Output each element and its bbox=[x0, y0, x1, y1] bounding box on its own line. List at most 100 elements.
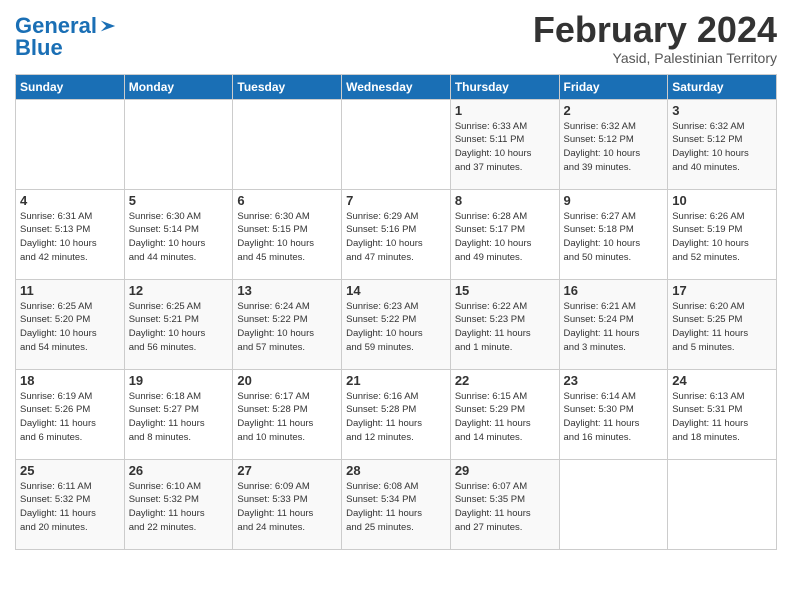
calendar-cell: 18Sunrise: 6:19 AMSunset: 5:26 PMDayligh… bbox=[16, 369, 125, 459]
calendar-cell: 2 Sunrise: 6:32 AMSunset: 5:12 PMDaylight… bbox=[559, 99, 668, 189]
day-number: 8 bbox=[455, 193, 555, 208]
day-header-thursday: Thursday bbox=[450, 74, 559, 99]
day-header-monday: Monday bbox=[124, 74, 233, 99]
day-number: 29 bbox=[455, 463, 555, 478]
day-number: 22 bbox=[455, 373, 555, 388]
calendar-cell: 14 Sunrise: 6:23 AMSunset: 5:22 PMDayligh… bbox=[342, 279, 451, 369]
day-info: Sunrise: 6:11 AMSunset: 5:32 PMDaylight:… bbox=[20, 480, 120, 535]
calendar-week-3: 11 Sunrise: 6:25 AMSunset: 5:20 PMDayligh… bbox=[16, 279, 777, 369]
day-info: Sunrise: 6:32 AMSunset: 5:12 PMDaylight:… bbox=[564, 120, 664, 175]
header: General Blue February 2024 Yasid, Palest… bbox=[15, 10, 777, 66]
calendar-cell: 27Sunrise: 6:09 AMSunset: 5:33 PMDayligh… bbox=[233, 459, 342, 549]
calendar-cell: 19Sunrise: 6:18 AMSunset: 5:27 PMDayligh… bbox=[124, 369, 233, 459]
day-info: Sunrise: 6:28 AMSunset: 5:17 PMDaylight:… bbox=[455, 210, 555, 265]
day-info: Sunrise: 6:30 AMSunset: 5:15 PMDaylight:… bbox=[237, 210, 337, 265]
calendar-cell bbox=[233, 99, 342, 189]
day-info: Sunrise: 6:17 AMSunset: 5:28 PMDaylight:… bbox=[237, 390, 337, 445]
calendar-week-1: 1 Sunrise: 6:33 AMSunset: 5:11 PMDaylight… bbox=[16, 99, 777, 189]
calendar-cell: 4 Sunrise: 6:31 AMSunset: 5:13 PMDaylight… bbox=[16, 189, 125, 279]
logo: General Blue bbox=[15, 15, 117, 59]
calendar-table: SundayMondayTuesdayWednesdayThursdayFrid… bbox=[15, 74, 777, 550]
day-number: 5 bbox=[129, 193, 229, 208]
calendar-cell: 13Sunrise: 6:24 AMSunset: 5:22 PMDayligh… bbox=[233, 279, 342, 369]
day-number: 18 bbox=[20, 373, 120, 388]
day-number: 15 bbox=[455, 283, 555, 298]
day-number: 9 bbox=[564, 193, 664, 208]
day-number: 3 bbox=[672, 103, 772, 118]
calendar-cell: 5Sunrise: 6:30 AMSunset: 5:14 PMDaylight… bbox=[124, 189, 233, 279]
calendar-week-4: 18Sunrise: 6:19 AMSunset: 5:26 PMDayligh… bbox=[16, 369, 777, 459]
day-number: 1 bbox=[455, 103, 555, 118]
calendar-week-2: 4 Sunrise: 6:31 AMSunset: 5:13 PMDaylight… bbox=[16, 189, 777, 279]
day-header-tuesday: Tuesday bbox=[233, 74, 342, 99]
day-info: Sunrise: 6:29 AMSunset: 5:16 PMDaylight:… bbox=[346, 210, 446, 265]
day-info: Sunrise: 6:24 AMSunset: 5:22 PMDaylight:… bbox=[237, 300, 337, 355]
calendar-cell: 8 Sunrise: 6:28 AMSunset: 5:17 PMDaylight… bbox=[450, 189, 559, 279]
day-info: Sunrise: 6:20 AMSunset: 5:25 PMDaylight:… bbox=[672, 300, 772, 355]
day-info: Sunrise: 6:33 AMSunset: 5:11 PMDaylight:… bbox=[455, 120, 555, 175]
calendar-cell: 9 Sunrise: 6:27 AMSunset: 5:18 PMDaylight… bbox=[559, 189, 668, 279]
day-info: Sunrise: 6:23 AMSunset: 5:22 PMDaylight:… bbox=[346, 300, 446, 355]
month-title: February 2024 bbox=[533, 10, 777, 50]
calendar-header: SundayMondayTuesdayWednesdayThursdayFrid… bbox=[16, 74, 777, 99]
calendar-cell: 1 Sunrise: 6:33 AMSunset: 5:11 PMDaylight… bbox=[450, 99, 559, 189]
day-number: 26 bbox=[129, 463, 229, 478]
calendar-cell bbox=[342, 99, 451, 189]
calendar-cell: 15Sunrise: 6:22 AMSunset: 5:23 PMDayligh… bbox=[450, 279, 559, 369]
day-info: Sunrise: 6:26 AMSunset: 5:19 PMDaylight:… bbox=[672, 210, 772, 265]
day-number: 16 bbox=[564, 283, 664, 298]
calendar-cell: 7 Sunrise: 6:29 AMSunset: 5:16 PMDaylight… bbox=[342, 189, 451, 279]
logo-arrow-icon bbox=[99, 17, 117, 35]
day-info: Sunrise: 6:25 AMSunset: 5:20 PMDaylight:… bbox=[20, 300, 120, 355]
day-header-friday: Friday bbox=[559, 74, 668, 99]
calendar-cell: 23Sunrise: 6:14 AMSunset: 5:30 PMDayligh… bbox=[559, 369, 668, 459]
day-info: Sunrise: 6:07 AMSunset: 5:35 PMDaylight:… bbox=[455, 480, 555, 535]
day-number: 2 bbox=[564, 103, 664, 118]
day-number: 17 bbox=[672, 283, 772, 298]
calendar-cell: 10Sunrise: 6:26 AMSunset: 5:19 PMDayligh… bbox=[668, 189, 777, 279]
day-number: 19 bbox=[129, 373, 229, 388]
logo-blue: Blue bbox=[15, 37, 117, 59]
day-info: Sunrise: 6:15 AMSunset: 5:29 PMDaylight:… bbox=[455, 390, 555, 445]
day-number: 21 bbox=[346, 373, 446, 388]
day-info: Sunrise: 6:16 AMSunset: 5:28 PMDaylight:… bbox=[346, 390, 446, 445]
day-number: 14 bbox=[346, 283, 446, 298]
day-info: Sunrise: 6:13 AMSunset: 5:31 PMDaylight:… bbox=[672, 390, 772, 445]
day-number: 20 bbox=[237, 373, 337, 388]
day-number: 11 bbox=[20, 283, 120, 298]
day-header-saturday: Saturday bbox=[668, 74, 777, 99]
day-number: 24 bbox=[672, 373, 772, 388]
calendar-cell: 25Sunrise: 6:11 AMSunset: 5:32 PMDayligh… bbox=[16, 459, 125, 549]
location-subtitle: Yasid, Palestinian Territory bbox=[533, 50, 777, 66]
day-info: Sunrise: 6:32 AMSunset: 5:12 PMDaylight:… bbox=[672, 120, 772, 175]
day-header-sunday: Sunday bbox=[16, 74, 125, 99]
day-number: 6 bbox=[237, 193, 337, 208]
calendar-cell: 24 Sunrise: 6:13 AMSunset: 5:31 PMDayligh… bbox=[668, 369, 777, 459]
day-number: 28 bbox=[346, 463, 446, 478]
day-number: 7 bbox=[346, 193, 446, 208]
calendar-cell: 17 Sunrise: 6:20 AMSunset: 5:25 PMDayligh… bbox=[668, 279, 777, 369]
calendar-body: 1 Sunrise: 6:33 AMSunset: 5:11 PMDaylight… bbox=[16, 99, 777, 549]
calendar-week-5: 25Sunrise: 6:11 AMSunset: 5:32 PMDayligh… bbox=[16, 459, 777, 549]
calendar-cell bbox=[124, 99, 233, 189]
calendar-cell: 11 Sunrise: 6:25 AMSunset: 5:20 PMDayligh… bbox=[16, 279, 125, 369]
calendar-cell bbox=[16, 99, 125, 189]
day-number: 23 bbox=[564, 373, 664, 388]
calendar-cell: 26 Sunrise: 6:10 AMSunset: 5:32 PMDayligh… bbox=[124, 459, 233, 549]
calendar-cell: 21 Sunrise: 6:16 AMSunset: 5:28 PMDayligh… bbox=[342, 369, 451, 459]
calendar-cell: 6 Sunrise: 6:30 AMSunset: 5:15 PMDaylight… bbox=[233, 189, 342, 279]
calendar-cell: 20 Sunrise: 6:17 AMSunset: 5:28 PMDayligh… bbox=[233, 369, 342, 459]
day-info: Sunrise: 6:27 AMSunset: 5:18 PMDaylight:… bbox=[564, 210, 664, 265]
calendar-cell: 28 Sunrise: 6:08 AMSunset: 5:34 PMDayligh… bbox=[342, 459, 451, 549]
day-info: Sunrise: 6:08 AMSunset: 5:34 PMDaylight:… bbox=[346, 480, 446, 535]
day-info: Sunrise: 6:21 AMSunset: 5:24 PMDaylight:… bbox=[564, 300, 664, 355]
day-number: 27 bbox=[237, 463, 337, 478]
day-number: 4 bbox=[20, 193, 120, 208]
calendar-cell: 22 Sunrise: 6:15 AMSunset: 5:29 PMDayligh… bbox=[450, 369, 559, 459]
day-number: 12 bbox=[129, 283, 229, 298]
calendar-cell: 29 Sunrise: 6:07 AMSunset: 5:35 PMDayligh… bbox=[450, 459, 559, 549]
day-header-wednesday: Wednesday bbox=[342, 74, 451, 99]
day-info: Sunrise: 6:31 AMSunset: 5:13 PMDaylight:… bbox=[20, 210, 120, 265]
day-info: Sunrise: 6:10 AMSunset: 5:32 PMDaylight:… bbox=[129, 480, 229, 535]
title-area: February 2024 Yasid, Palestinian Territo… bbox=[533, 10, 777, 66]
